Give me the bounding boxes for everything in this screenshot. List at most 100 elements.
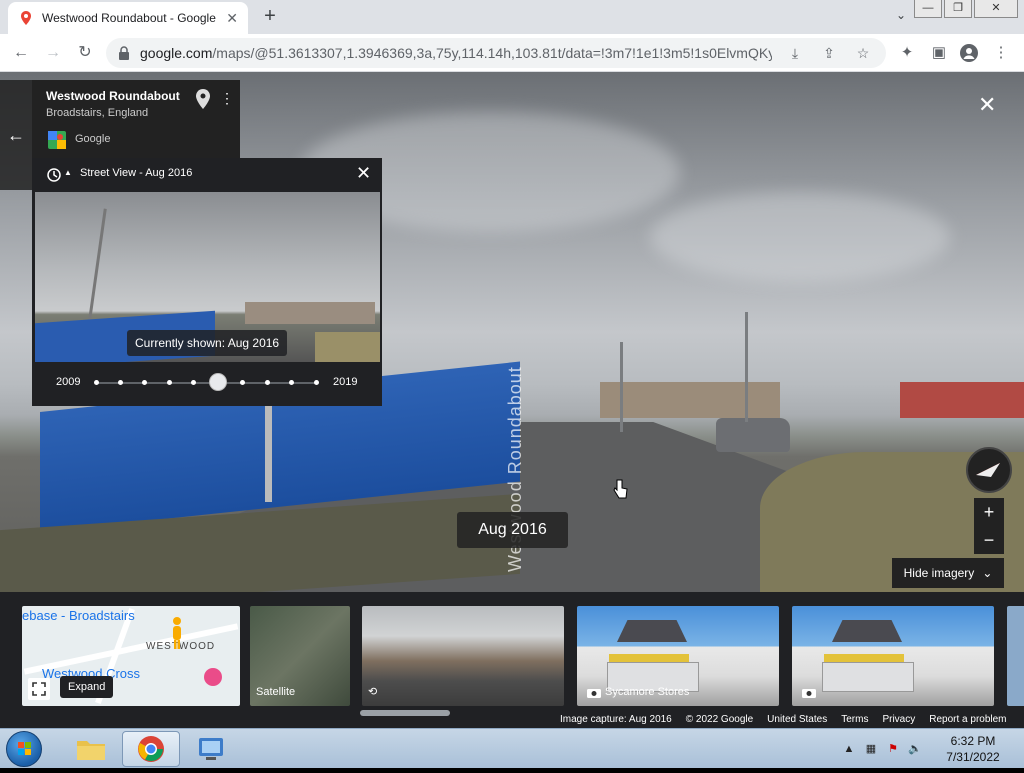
map-poi-icon[interactable] <box>204 668 222 686</box>
back-arrow-button[interactable]: ← <box>0 80 32 190</box>
cloud <box>650 192 950 282</box>
timeline-date-dot[interactable] <box>289 380 295 385</box>
compass-icon[interactable] <box>966 447 1012 493</box>
place-subtitle: Broadstairs, England <box>46 107 149 119</box>
hide-imagery-button[interactable]: Hide imagery ⌄ <box>892 558 1004 588</box>
browser-toolbar: ← → ↻ google.com/maps/@51.3613307,1.3946… <box>0 34 1024 72</box>
timeline-date-dot[interactable] <box>240 380 246 385</box>
report-problem-link[interactable]: Report a problem <box>929 714 1006 728</box>
minimap-thumbnail[interactable]: ebase - Broadstairs Westwood Cross WESTW… <box>22 606 240 706</box>
map-pin-icon[interactable] <box>196 89 210 109</box>
preview-verge <box>315 332 380 362</box>
expand-icon[interactable] <box>28 678 50 700</box>
timeline-date-dot[interactable] <box>142 380 148 385</box>
preview-building <box>245 302 375 324</box>
copyright-text: © 2022 Google <box>685 714 754 725</box>
windows-logo-icon <box>18 742 31 755</box>
place-title: Westwood Roundabout <box>46 89 180 103</box>
share-icon[interactable]: ⇪ <box>818 42 840 64</box>
imagery-filmstrip: ebase - Broadstairs Westwood Cross WESTW… <box>0 592 1024 728</box>
timeline-date-dot[interactable] <box>117 380 123 385</box>
new-tab-button[interactable]: + <box>258 5 282 29</box>
start-button[interactable] <box>6 731 42 767</box>
google-maps-favicon-icon <box>21 11 31 25</box>
photo-thumbnail[interactable] <box>792 606 994 706</box>
street-lamp <box>620 342 623 432</box>
browser-menu-icon[interactable]: ⋮ <box>990 42 1012 64</box>
address-bar[interactable]: google.com/maps/@51.3613307,1.3946369,3a… <box>106 38 886 68</box>
filmstrip-scrollbar[interactable] <box>360 710 450 716</box>
minimize-button[interactable]: — <box>914 0 942 18</box>
place-info-card: Westwood Roundabout Broadstairs, England… <box>32 80 240 158</box>
imagery-source-label: Google <box>75 133 111 145</box>
action-center-flag-icon[interactable]: ⚑ <box>886 742 900 756</box>
browser-tab[interactable]: Westwood Roundabout - Google Maps ✕ <box>8 2 248 34</box>
profile-avatar-icon[interactable] <box>958 42 980 64</box>
timeline-slider[interactable]: 2009 2019 <box>32 370 382 396</box>
hide-imagery-label: Hide imagery <box>903 566 975 580</box>
timeline-date-dot[interactable] <box>191 380 197 385</box>
chrome-icon <box>138 736 164 762</box>
back-arrow-icon[interactable]: ← <box>10 42 32 64</box>
volume-icon[interactable]: 🔈 <box>908 742 922 756</box>
network-icon[interactable]: ▦ <box>864 742 878 756</box>
timeline-track[interactable] <box>96 382 316 384</box>
side-panel-icon[interactable]: ▣ <box>928 42 950 64</box>
forward-arrow-icon[interactable]: → <box>42 42 64 64</box>
time-machine-close-icon[interactable]: ✕ <box>356 163 371 184</box>
timeline-date-dot[interactable] <box>264 380 270 385</box>
time-machine-preview[interactable]: Currently shown: Aug 2016 <box>35 192 380 362</box>
tab-title: Westwood Roundabout - Google Maps <box>42 11 220 25</box>
folder-icon <box>77 741 105 760</box>
control-panel-icon <box>199 738 223 760</box>
photo-thumbnail[interactable] <box>1007 606 1024 706</box>
window-controls: — ❐ ✕ <box>914 0 1018 18</box>
control-panel-taskbar-button[interactable] <box>182 731 240 767</box>
history-clock-icon[interactable] <box>46 167 62 183</box>
extensions-puzzle-icon[interactable]: ✦ <box>896 42 918 64</box>
zoom-controls: + − <box>974 498 1004 554</box>
system-clock[interactable]: 6:32 PM 7/31/2022 <box>940 733 1006 765</box>
currently-shown-caption: Currently shown: Aug 2016 <box>127 330 288 356</box>
satellite-thumbnail[interactable]: Satellite <box>250 606 350 706</box>
retail-building <box>600 382 780 418</box>
timeline-date-dot[interactable] <box>313 380 319 385</box>
region-link[interactable]: United States <box>767 714 827 728</box>
image-capture-text: Image capture: Aug 2016 <box>560 714 672 725</box>
zoom-out-button[interactable]: − <box>974 526 1004 554</box>
close-street-view-icon[interactable]: ✕ <box>978 92 996 118</box>
timeline-end-year: 2019 <box>333 376 358 388</box>
file-explorer-taskbar-button[interactable] <box>62 731 120 767</box>
show-hidden-icons-icon[interactable]: ▲ <box>842 742 856 756</box>
url-text: google.com/maps/@51.3613307,1.3946369,3a… <box>140 45 772 61</box>
terms-link[interactable]: Terms <box>841 714 868 728</box>
chevron-down-icon: ⌄ <box>982 566 993 580</box>
store-roof <box>617 620 687 642</box>
timeline-date-dot[interactable] <box>93 380 99 385</box>
tab-search-chevron-icon[interactable]: ⌄ <box>896 8 906 22</box>
tab-close-icon[interactable]: ✕ <box>226 10 238 27</box>
maps-footer: Image capture: Aug 2016 © 2022 Google Un… <box>554 714 1013 728</box>
pegman-icon[interactable] <box>170 616 184 650</box>
reload-icon[interactable]: ↻ <box>74 42 96 64</box>
bookmark-star-icon[interactable]: ☆ <box>852 42 874 64</box>
zoom-in-button[interactable]: + <box>974 498 1004 526</box>
retail-building <box>900 382 1024 418</box>
privacy-link[interactable]: Privacy <box>882 714 915 728</box>
street-view-thumbnail[interactable]: ⟲ <box>362 606 564 706</box>
time-machine-panel: ▲ Street View - Aug 2016 ✕ Currently sho… <box>32 158 382 406</box>
photo-thumbnail[interactable]: Sycamore Stores <box>577 606 779 706</box>
chrome-taskbar-button[interactable] <box>122 731 180 767</box>
timeline-date-dot[interactable] <box>166 380 172 385</box>
install-app-icon[interactable]: ⤓ <box>784 42 806 64</box>
window-close-button[interactable]: ✕ <box>974 0 1018 18</box>
restore-button[interactable]: ❐ <box>944 0 972 18</box>
lock-icon <box>119 46 129 60</box>
more-options-icon[interactable]: ⋮ <box>220 90 234 107</box>
timeline-selected-knob[interactable] <box>209 373 228 391</box>
hand-cursor-icon <box>613 479 628 499</box>
browser-tab-bar: Westwood Roundabout - Google Maps ✕ + ⌄ … <box>0 0 1024 34</box>
url-host: google.com <box>140 45 213 61</box>
caret-up-icon[interactable]: ▲ <box>64 168 72 177</box>
expand-tooltip: Expand <box>60 676 114 698</box>
